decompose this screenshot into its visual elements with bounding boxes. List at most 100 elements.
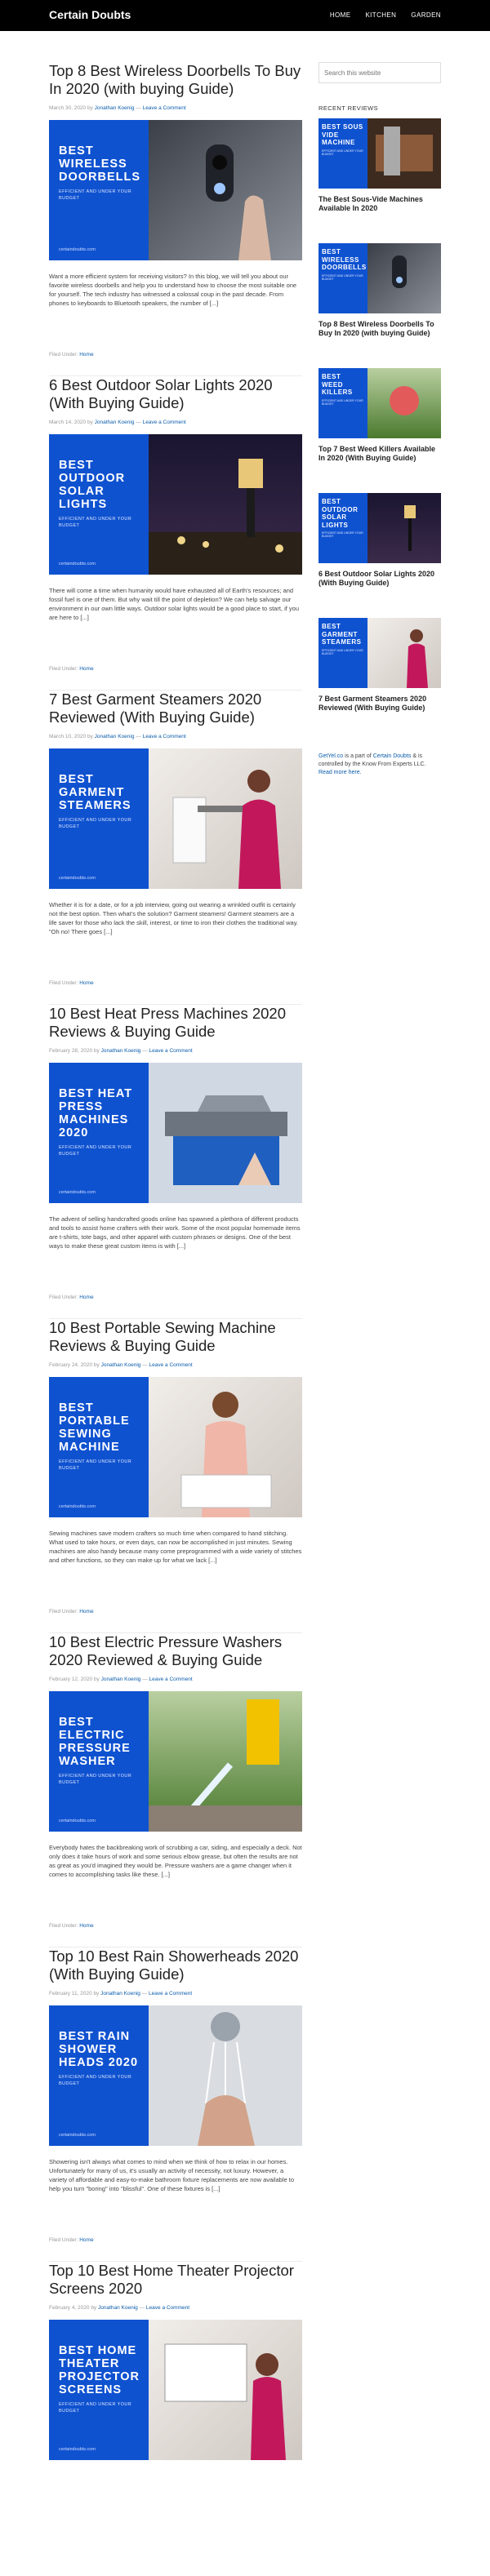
post-date: March 10, 2020 xyxy=(49,734,87,739)
recent-review-thumbnail[interactable]: BEST OUTDOOR SOLAR LIGHTS EFFICIENT AND … xyxy=(318,493,441,563)
post-title[interactable]: Top 8 Best Wireless Doorbells To Buy In … xyxy=(49,62,302,101)
filed-under: Filed Under: Home xyxy=(49,980,94,986)
thumbnail-banner-title: BEST WIRELESS DOORBELLS xyxy=(322,248,367,271)
leave-comment-link[interactable]: Leave a Comment xyxy=(149,1362,193,1368)
featured-image[interactable]: BEST HEAT PRESS MACHINES 2020 EFFICIENT … xyxy=(49,1063,302,1203)
featured-banner-tagline: EFFICIENT AND UNDER YOUR BUDGET xyxy=(59,1459,132,1471)
recent-review-thumbnail[interactable]: BEST SOUS VIDE MACHINE EFFICIENT AND UND… xyxy=(318,118,441,189)
post-title[interactable]: 10 Best Portable Sewing Machine Reviews … xyxy=(49,1319,302,1358)
recent-review-title[interactable]: Top 7 Best Weed Killers Available In 202… xyxy=(318,445,441,462)
about-text: GetYel.co is a part of Certain Doubts & … xyxy=(318,753,441,777)
post-author-link[interactable]: Jonathan Koenig xyxy=(95,420,135,425)
read-more-link[interactable]: Read more here. xyxy=(318,770,362,775)
post-author-link[interactable]: Jonathan Koenig xyxy=(101,1677,141,1682)
post-author-link[interactable]: Jonathan Koenig xyxy=(95,105,135,111)
filed-under-label: Filed Under: xyxy=(49,666,78,672)
recent-review-title[interactable]: Top 8 Best Wireless Doorbells To Buy In … xyxy=(318,320,441,337)
post-date: February 4, 2020 xyxy=(49,2305,90,2311)
post-date: February 24, 2020 xyxy=(49,1362,93,1368)
leave-comment-link[interactable]: Leave a Comment xyxy=(149,1048,193,1054)
featured-photo xyxy=(149,1691,302,1832)
featured-banner-title: BEST RAIN SHOWER HEADS 2020 xyxy=(59,2030,139,2069)
recent-review-item[interactable]: BEST OUTDOOR SOLAR LIGHTS EFFICIENT AND … xyxy=(318,493,441,618)
post-title[interactable]: 7 Best Garment Steamers 2020 Reviewed (W… xyxy=(49,691,302,730)
recent-review-item[interactable]: BEST WIRELESS DOORBELLS EFFICIENT AND UN… xyxy=(318,243,441,368)
featured-banner-tagline: EFFICIENT AND UNDER YOUR BUDGET xyxy=(59,1145,132,1157)
thumbnail-banner: BEST SOUS VIDE MACHINE EFFICIENT AND UND… xyxy=(318,118,368,189)
thumbnail-photo xyxy=(368,118,441,189)
post-title[interactable]: 10 Best Electric Pressure Washers 2020 R… xyxy=(49,1633,302,1672)
category-link[interactable]: Home xyxy=(79,1609,93,1614)
category-link[interactable]: Home xyxy=(79,980,93,986)
featured-banner-tagline: EFFICIENT AND UNDER YOUR BUDGET xyxy=(59,2075,132,2086)
featured-photo xyxy=(149,2005,302,2146)
leave-comment-link[interactable]: Leave a Comment xyxy=(149,1991,192,1996)
about-brand-link[interactable]: Certain Doubts xyxy=(373,753,412,759)
recent-review-title[interactable]: The Best Sous-Vide Machines Available In… xyxy=(318,195,441,212)
thumbnail-banner: BEST WIRELESS DOORBELLS EFFICIENT AND UN… xyxy=(318,243,368,313)
post-title[interactable]: Top 10 Best Rain Showerheads 2020 (With … xyxy=(49,1948,302,1987)
recent-review-thumbnail[interactable]: BEST GARMENT STEAMERS EFFICIENT AND UNDE… xyxy=(318,618,441,688)
post-author-link[interactable]: Jonathan Koenig xyxy=(95,734,135,739)
featured-banner-site: certaindoubts.com xyxy=(59,2447,96,2452)
featured-banner-title: BEST HEAT PRESS MACHINES 2020 xyxy=(59,1087,133,1139)
recent-review-title[interactable]: 7 Best Garment Steamers 2020 Reviewed (W… xyxy=(318,695,441,712)
post-excerpt: Everybody hates the backbreaking work of… xyxy=(49,1844,302,1878)
category-link[interactable]: Home xyxy=(79,352,93,358)
post-title[interactable]: Top 10 Best Home Theater Projector Scree… xyxy=(49,2262,302,2301)
post-excerpt: The advent of selling handcrafted goods … xyxy=(49,1215,301,1250)
post-date: February 28, 2020 xyxy=(49,1048,93,1054)
featured-image[interactable]: BEST GARMENT STEAMERS EFFICIENT AND UNDE… xyxy=(49,748,302,889)
filed-under: Filed Under: Home xyxy=(49,1609,94,1614)
post-meta: March 10, 2020 by Jonathan Koenig — Leav… xyxy=(49,734,186,739)
category-link[interactable]: Home xyxy=(79,1923,93,1929)
featured-image[interactable]: BEST OUTDOOR SOLAR LIGHTS EFFICIENT AND … xyxy=(49,434,302,575)
nav-kitchen[interactable]: KITCHEN xyxy=(365,11,396,19)
featured-banner-site: certaindoubts.com xyxy=(59,2133,96,2138)
search-input[interactable] xyxy=(318,62,441,83)
featured-image[interactable]: BEST PORTABLE SEWING MACHINE EFFICIENT A… xyxy=(49,1377,302,1517)
leave-comment-link[interactable]: Leave a Comment xyxy=(143,105,186,111)
thumbnail-photo xyxy=(368,243,441,313)
featured-image[interactable]: BEST HOME THEATER PROJECTOR SCREENS EFFI… xyxy=(49,2320,302,2460)
featured-banner: BEST WIRELESS DOORBELLS EFFICIENT AND UN… xyxy=(49,120,149,260)
featured-image[interactable]: BEST ELECTRIC PRESSURE WASHER EFFICIENT … xyxy=(49,1691,302,1832)
featured-banner: BEST HEAT PRESS MACHINES 2020 EFFICIENT … xyxy=(49,1063,149,1203)
featured-photo xyxy=(149,434,302,575)
nav-garden[interactable]: GARDEN xyxy=(411,11,441,19)
post-meta: March 14, 2020 by Jonathan Koenig — Leav… xyxy=(49,420,186,425)
recent-review-title[interactable]: 6 Best Outdoor Solar Lights 2020 (With B… xyxy=(318,570,441,587)
leave-comment-link[interactable]: Leave a Comment xyxy=(143,420,186,425)
featured-image[interactable]: BEST RAIN SHOWER HEADS 2020 EFFICIENT AN… xyxy=(49,2005,302,2146)
post-meta: February 12, 2020 by Jonathan Koenig — L… xyxy=(49,1677,193,1682)
post-author-link[interactable]: Jonathan Koenig xyxy=(98,2305,138,2311)
post-author-link[interactable]: Jonathan Koenig xyxy=(100,1991,140,1996)
recent-review-thumbnail[interactable]: BEST WEED KILLERS EFFICIENT AND UNDER YO… xyxy=(318,368,441,438)
featured-image[interactable]: BEST WIRELESS DOORBELLS EFFICIENT AND UN… xyxy=(49,120,302,260)
category-link[interactable]: Home xyxy=(79,2237,93,2243)
thumbnail-banner-tagline: EFFICIENT AND UNDER YOUR BUDGET xyxy=(322,149,363,156)
leave-comment-link[interactable]: Leave a Comment xyxy=(143,734,186,739)
recent-review-item[interactable]: BEST GARMENT STEAMERS EFFICIENT AND UNDE… xyxy=(318,618,441,743)
post-title[interactable]: 6 Best Outdoor Solar Lights 2020 (With B… xyxy=(49,376,302,415)
thumbnail-photo xyxy=(368,368,441,438)
recent-review-item[interactable]: BEST WEED KILLERS EFFICIENT AND UNDER YO… xyxy=(318,368,441,493)
leave-comment-link[interactable]: Leave a Comment xyxy=(149,1677,193,1682)
featured-banner-tagline: EFFICIENT AND UNDER YOUR BUDGET xyxy=(59,517,132,528)
nav-home[interactable]: HOME xyxy=(330,11,351,19)
featured-photo xyxy=(149,1377,302,1517)
category-link[interactable]: Home xyxy=(79,666,93,672)
post-author-link[interactable]: Jonathan Koenig xyxy=(101,1048,141,1054)
post-title[interactable]: 10 Best Heat Press Machines 2020 Reviews… xyxy=(49,1005,302,1044)
filed-under-label: Filed Under: xyxy=(49,2237,78,2243)
post-meta: March 30, 2020 by Jonathan Koenig — Leav… xyxy=(49,105,186,111)
recent-review-thumbnail[interactable]: BEST WIRELESS DOORBELLS EFFICIENT AND UN… xyxy=(318,243,441,313)
post-date: March 14, 2020 xyxy=(49,420,87,425)
post-article: Top 8 Best Wireless Doorbells To Buy In … xyxy=(49,62,302,376)
site-title[interactable]: Certain Doubts xyxy=(49,8,131,21)
leave-comment-link[interactable]: Leave a Comment xyxy=(146,2305,189,2311)
post-author-link[interactable]: Jonathan Koenig xyxy=(101,1362,141,1368)
about-site-link[interactable]: GetYel.co xyxy=(318,753,343,759)
category-link[interactable]: Home xyxy=(79,1295,93,1300)
recent-review-item[interactable]: BEST SOUS VIDE MACHINE EFFICIENT AND UND… xyxy=(318,118,441,243)
